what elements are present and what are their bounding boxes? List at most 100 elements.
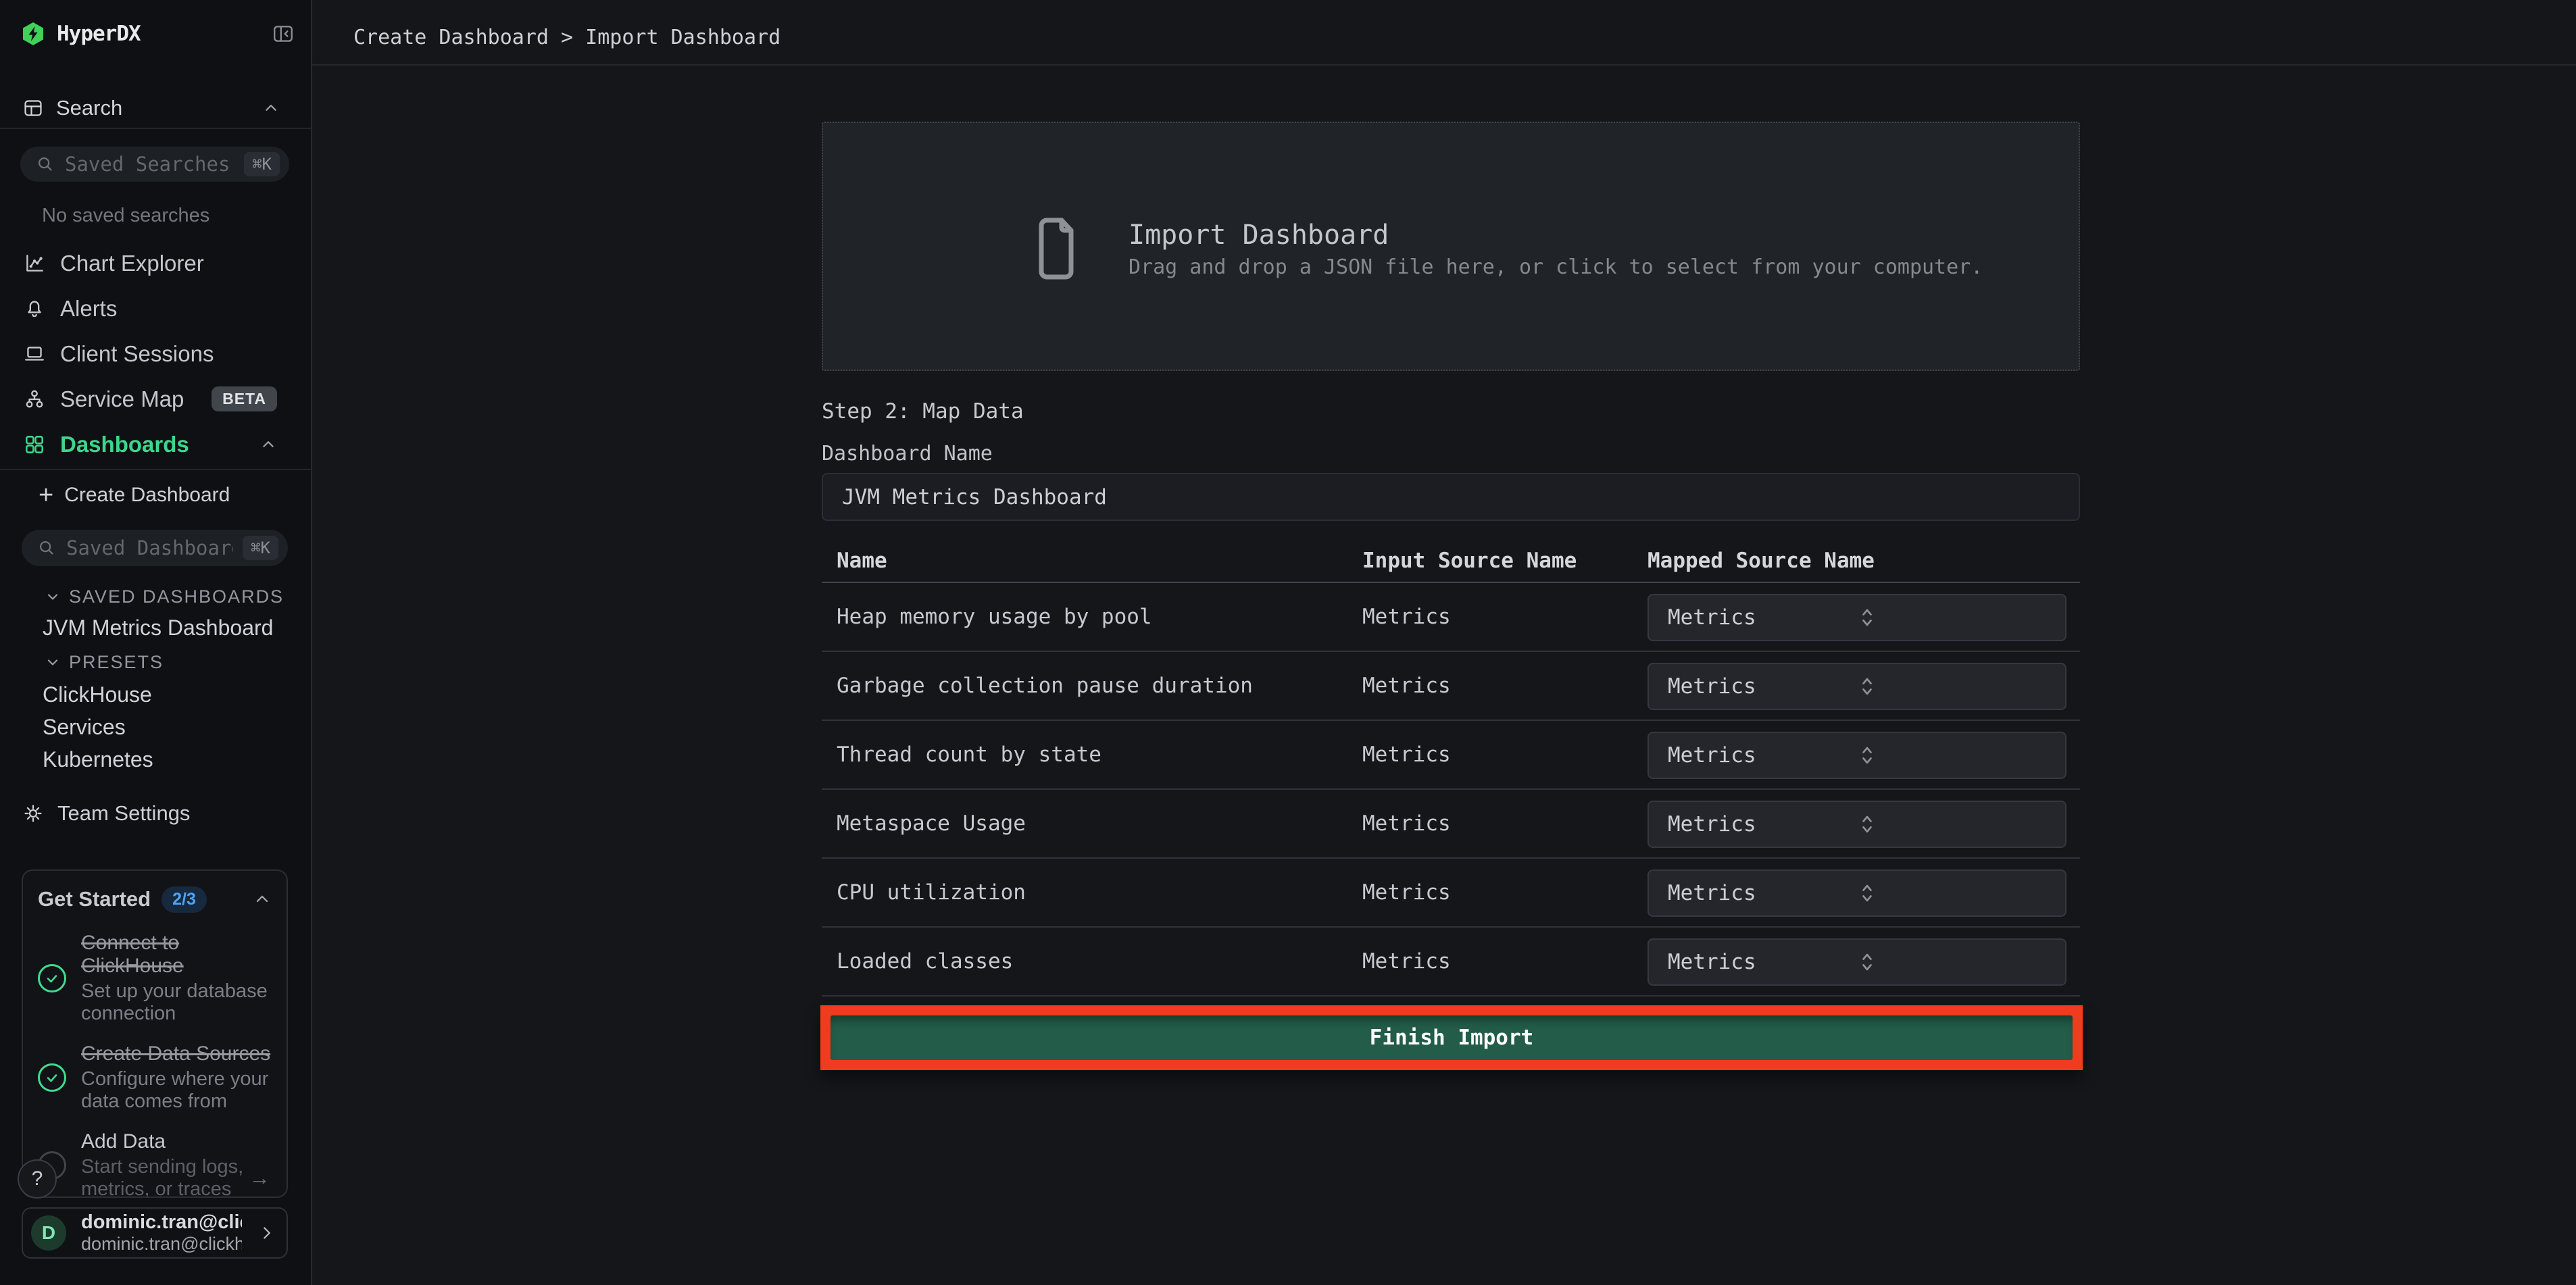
app-title: HyperDX <box>57 22 141 46</box>
create-dashboard-button[interactable]: + Create Dashboard <box>0 480 311 511</box>
get-started-item-desc: Start sending logs, metrics, or traces <box>81 1156 272 1198</box>
user-name: dominic.tran@clic... <box>81 1211 242 1234</box>
row-name: CPU utilization <box>837 880 1026 905</box>
import-dropzone[interactable]: Import Dashboard Drag and drop a JSON fi… <box>822 122 2080 371</box>
beta-badge: BETA <box>212 386 277 411</box>
select-chevrons-icon <box>1860 881 2052 905</box>
get-started-item-title: Create Data Sources <box>81 1042 272 1065</box>
mapped-source-value: Metrics <box>1668 605 1860 630</box>
mapping-table: Name Input Source Name Mapped Source Nam… <box>822 545 2080 997</box>
get-started-item-text: Connect to ClickHouse Set up your databa… <box>81 932 272 1025</box>
sidebar-item-label: Alerts <box>60 296 117 322</box>
mapped-source-select[interactable]: Metrics <box>1648 801 2066 848</box>
preset-list-item[interactable]: Kubernetes <box>43 743 297 776</box>
no-saved-searches-text: No saved searches <box>42 205 209 227</box>
divider <box>0 469 311 470</box>
mapped-source-value: Metrics <box>1668 950 1860 974</box>
column-header-input-source: Input Source Name <box>1362 549 1577 573</box>
create-dashboard-label: Create Dashboard <box>64 484 230 507</box>
search-icon <box>35 154 55 174</box>
get-started-items: Connect to ClickHouse Set up your databa… <box>38 932 272 1198</box>
laptop-icon <box>22 343 47 366</box>
row-name: Thread count by state <box>837 742 1101 767</box>
mapped-source-select[interactable]: Metrics <box>1648 938 2066 986</box>
user-account-button[interactable]: D dominic.tran@clic... dominic.tran@clic… <box>22 1207 288 1259</box>
get-started-item[interactable]: Create Data Sources Configure where your… <box>38 1042 272 1113</box>
chevron-up-icon <box>253 890 272 909</box>
sidebar-item-label: Client Sessions <box>60 341 214 367</box>
sidebar: HyperDX Search Saved Searches ⌘K No save… <box>0 0 312 1285</box>
row-input-source: Metrics <box>1362 880 1451 905</box>
sidebar-item-team-settings[interactable]: Team Settings <box>0 797 311 830</box>
bell-icon <box>22 297 47 320</box>
dashboard-list-item[interactable]: JVM Metrics Dashboard <box>43 611 297 644</box>
sidebar-item-service-map[interactable]: Service Map BETA <box>0 376 311 422</box>
get-started-item-title: Add Data <box>81 1130 272 1153</box>
plus-icon: + <box>39 485 53 505</box>
table-row: Thread count by state Metrics Metrics <box>822 721 2080 790</box>
mapped-source-select[interactable]: Metrics <box>1648 732 2066 779</box>
chevron-right-icon <box>257 1223 277 1243</box>
section-label: PRESETS <box>69 652 164 673</box>
sidebar-item-chart-explorer[interactable]: Chart Explorer <box>0 241 311 286</box>
table-row: Garbage collection pause duration Metric… <box>822 652 2080 721</box>
shortcut-badge: ⌘K <box>243 536 278 560</box>
check-circle-icon <box>38 1063 66 1092</box>
get-started-item-text: Add Data Start sending logs, metrics, or… <box>81 1130 272 1198</box>
search-section-label: Search <box>56 96 122 120</box>
team-settings-label: Team Settings <box>57 801 190 826</box>
saved-dashboards-section-header[interactable]: SAVED DASHBOARDS <box>45 585 284 608</box>
saved-searches-input[interactable]: Saved Searches ⌘K <box>20 147 289 182</box>
table-row: Metaspace Usage Metrics Metrics <box>822 790 2080 859</box>
divider <box>0 128 311 129</box>
chevron-down-icon <box>45 588 61 605</box>
breadcrumb[interactable]: Create Dashboard > Import Dashboard <box>353 26 781 49</box>
help-label: ? <box>32 1167 43 1190</box>
get-started-item-desc: Set up your database connection <box>81 980 272 1025</box>
preset-list-item[interactable]: Services <box>43 711 297 743</box>
saved-dashboards-placeholder: Saved Dashboards <box>66 536 233 559</box>
table-row: CPU utilization Metrics Metrics <box>822 859 2080 928</box>
table-header-row: Name Input Source Name Mapped Source Nam… <box>822 545 2080 583</box>
presets-list: ClickHouseServicesKubernetes <box>43 678 297 776</box>
get-started-item[interactable]: Connect to ClickHouse Set up your databa… <box>38 932 272 1025</box>
user-email: dominic.tran@clickh... <box>81 1234 242 1255</box>
table-row: Heap memory usage by pool Metrics Metric… <box>822 583 2080 652</box>
row-name: Heap memory usage by pool <box>837 605 1152 629</box>
finish-import-button[interactable]: Finish Import <box>831 1015 2073 1060</box>
preset-list-item[interactable]: ClickHouse <box>43 678 297 711</box>
sidebar-item-client-sessions[interactable]: Client Sessions <box>0 331 311 376</box>
dropzone-subtitle: Drag and drop a JSON file here, or click… <box>1129 255 1983 279</box>
main-content: Import Dashboard Drag and drop a JSON fi… <box>312 66 2576 1285</box>
mapped-source-select[interactable]: Metrics <box>1648 594 2066 641</box>
get-started-item[interactable]: Add Data Start sending logs, metrics, or… <box>38 1130 272 1198</box>
help-button[interactable]: ? <box>18 1159 57 1199</box>
presets-section-header[interactable]: PRESETS <box>45 651 164 674</box>
grid-icon <box>22 433 47 456</box>
sidebar-item-dashboards[interactable]: Dashboards <box>0 422 311 467</box>
collapse-sidebar-icon[interactable] <box>272 22 295 45</box>
hyperdx-logo-icon <box>22 22 45 46</box>
mapped-source-select[interactable]: Metrics <box>1648 870 2066 917</box>
select-chevrons-icon <box>1860 743 2052 767</box>
sidebar-item-label: Service Map <box>60 386 184 412</box>
sidebar-item-label: Chart Explorer <box>60 251 204 276</box>
sidebar-item-alerts[interactable]: Alerts <box>0 286 311 331</box>
chevron-up-icon <box>259 436 277 453</box>
dashboard-name-input[interactable]: JVM Metrics Dashboard <box>822 473 2080 521</box>
avatar: D <box>31 1215 66 1251</box>
get-started-item-text: Create Data Sources Configure where your… <box>81 1042 272 1113</box>
dashboard-name-label: Dashboard Name <box>822 442 993 465</box>
saved-dashboards-input[interactable]: Saved Dashboards ⌘K <box>22 530 288 566</box>
get-started-header[interactable]: Get Started 2/3 <box>38 884 272 914</box>
row-name: Garbage collection pause duration <box>837 674 1253 698</box>
select-chevrons-icon <box>1860 605 2052 630</box>
get-started-panel: Get Started 2/3 Connect to ClickHouse Se <box>22 870 288 1198</box>
gear-icon <box>22 803 44 824</box>
hierarchy-icon <box>22 388 47 411</box>
mapped-source-select[interactable]: Metrics <box>1648 663 2066 710</box>
get-started-item-title: Connect to ClickHouse <box>81 932 272 978</box>
mapped-source-value: Metrics <box>1668 743 1860 767</box>
sidebar-section-search[interactable]: Search <box>0 92 311 124</box>
step-label: Step 2: Map Data <box>822 399 1024 424</box>
